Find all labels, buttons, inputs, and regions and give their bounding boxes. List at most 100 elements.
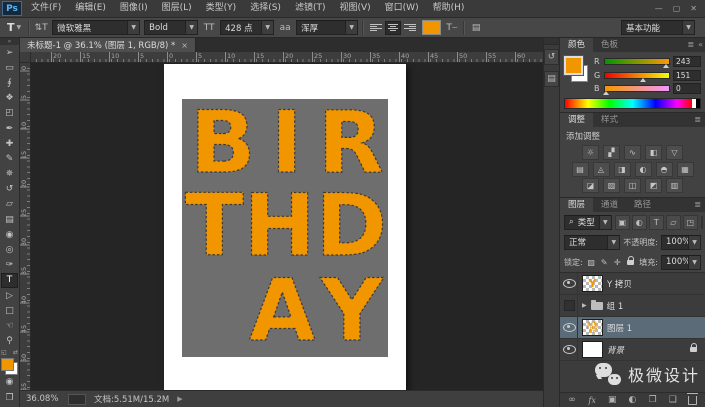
- slider-handle[interactable]: [663, 64, 669, 68]
- lock-all-icon[interactable]: [625, 257, 636, 268]
- zoom-level-field[interactable]: 36.08%: [26, 394, 60, 404]
- hue-saturation-icon[interactable]: ▤: [572, 162, 589, 177]
- filter-shape-layers-icon[interactable]: ▱: [666, 215, 681, 230]
- panel-menu-icon[interactable]: ≣: [687, 38, 698, 52]
- slider-handle[interactable]: [603, 91, 609, 95]
- menu-item-1[interactable]: 编辑(E): [68, 0, 113, 17]
- posterize-icon[interactable]: ▨: [603, 178, 620, 193]
- layer-row-0[interactable]: Y Y 拷贝: [560, 273, 705, 295]
- filter-adjustment-layers-icon[interactable]: ◐: [632, 215, 647, 230]
- tab-图层[interactable]: 图层: [560, 198, 593, 212]
- vibrance-icon[interactable]: ▽: [666, 145, 683, 160]
- tool-preset-picker[interactable]: T ▼: [4, 21, 24, 35]
- vertical-ruler[interactable]: 0510152025303540455055: [20, 62, 31, 390]
- text-color-swatch[interactable]: [422, 20, 441, 35]
- tab-路径[interactable]: 路径: [626, 198, 659, 212]
- color-balance-icon[interactable]: ◬: [593, 162, 610, 177]
- horizontal-ruler[interactable]: 2015105051015202530354045505560: [30, 52, 543, 63]
- panel-menu-icon[interactable]: ≣: [694, 113, 705, 127]
- close-tab-icon[interactable]: ×: [181, 41, 188, 50]
- levels-icon[interactable]: ▞: [603, 145, 620, 160]
- collapse-dock-icon[interactable]: «: [698, 38, 705, 52]
- menu-item-2[interactable]: 图像(I): [113, 0, 155, 17]
- layer-thumbnail[interactable]: BIRTHDAY: [582, 319, 603, 336]
- menu-item-6[interactable]: 滤镜(T): [288, 0, 333, 17]
- new-adjustment-layer-icon[interactable]: ◐: [627, 394, 637, 406]
- layer-name[interactable]: 图层 1: [607, 322, 632, 334]
- healing-brush-tool[interactable]: ✚: [1, 136, 18, 151]
- gradient-map-icon[interactable]: ▥: [666, 178, 683, 193]
- menu-item-3[interactable]: 图层(L): [155, 0, 199, 17]
- align-right-icon[interactable]: [402, 21, 418, 35]
- align-left-icon[interactable]: [368, 21, 384, 35]
- layer-row-1[interactable]: ▶组 1: [560, 295, 705, 317]
- lock-position-icon[interactable]: ✛: [612, 257, 623, 268]
- layer-filter-kind-select[interactable]: ⌕ 类型 ▼: [564, 215, 612, 230]
- blend-mode-select[interactable]: 正常 ▼: [564, 235, 620, 250]
- history-panel-icon[interactable]: ↺: [544, 49, 559, 65]
- menu-item-0[interactable]: 文件(F): [24, 0, 68, 17]
- menu-item-8[interactable]: 窗口(W): [378, 0, 426, 17]
- layer-thumbnail[interactable]: Y: [582, 275, 603, 292]
- link-layers-icon[interactable]: ∞: [567, 394, 577, 406]
- toolbar-collapse-icon[interactable]: »: [0, 38, 19, 45]
- channel-slider[interactable]: [604, 72, 670, 79]
- pen-tool[interactable]: ✑: [1, 258, 18, 273]
- clone-stamp-tool[interactable]: ✵: [1, 167, 18, 182]
- brightness-contrast-icon[interactable]: ☼: [582, 145, 599, 160]
- layer-row-2[interactable]: BIRTHDAY 图层 1: [560, 317, 705, 339]
- channel-value[interactable]: 243: [673, 56, 701, 67]
- threshold-icon[interactable]: ◫: [624, 178, 641, 193]
- layer-row-3[interactable]: 背景: [560, 339, 705, 361]
- channel-slider[interactable]: [604, 58, 670, 65]
- marquee-tool[interactable]: ▭: [1, 60, 18, 75]
- exposure-icon[interactable]: ◧: [645, 145, 662, 160]
- quick-selection-tool[interactable]: ❖: [1, 91, 18, 106]
- tab-颜色[interactable]: 颜色: [560, 38, 593, 52]
- font-family-select[interactable]: 微软雅黑 ▼: [52, 20, 140, 35]
- screen-mode-icon[interactable]: ❐: [1, 390, 18, 405]
- visibility-toggle[interactable]: [562, 317, 578, 338]
- filter-toggle-switch[interactable]: [701, 216, 703, 229]
- dock-grip[interactable]: [544, 38, 559, 45]
- status-options-arrow-icon[interactable]: ▶: [177, 395, 182, 403]
- layer-name[interactable]: Y 拷贝: [607, 278, 632, 290]
- panel-menu-icon[interactable]: ≣: [694, 198, 705, 212]
- selective-color-icon[interactable]: ◩: [645, 178, 662, 193]
- move-tool[interactable]: ➢: [1, 45, 18, 60]
- layer-style-icon[interactable]: fx: [587, 394, 597, 406]
- blur-tool[interactable]: ◉: [1, 227, 18, 242]
- channel-value[interactable]: 151: [673, 70, 701, 81]
- menu-item-9[interactable]: 帮助(H): [426, 0, 472, 17]
- toggle-panels-icon[interactable]: ▤: [469, 21, 483, 35]
- slider-handle[interactable]: [640, 78, 646, 82]
- expand-triangle-icon[interactable]: ▶: [582, 302, 587, 309]
- shape-tool[interactable]: □: [1, 303, 18, 318]
- new-group-icon[interactable]: ❐: [648, 394, 658, 406]
- channel-mixer-icon[interactable]: ◓: [656, 162, 673, 177]
- foreground-color-swatch[interactable]: [564, 56, 583, 75]
- swap-colors-icon[interactable]: ⇄: [13, 349, 18, 356]
- default-colors-icon[interactable]: ◱: [1, 349, 7, 356]
- anti-alias-select[interactable]: 浑厚 ▼: [296, 20, 358, 35]
- menu-item-7[interactable]: 视图(V): [332, 0, 377, 17]
- menu-item-5[interactable]: 选择(S): [243, 0, 288, 17]
- menu-item-4[interactable]: 类型(Y): [199, 0, 244, 17]
- layer-thumbnail[interactable]: [582, 341, 603, 358]
- gradient-tool[interactable]: ▤: [1, 212, 18, 227]
- document-tab[interactable]: 未标题-1 @ 36.1% (图层 1, RGB/8) * ×: [20, 38, 196, 52]
- filter-smart-objects-icon[interactable]: ◳: [683, 215, 698, 230]
- foreground-color-swatch[interactable]: [1, 358, 14, 371]
- visibility-toggle[interactable]: [562, 339, 578, 360]
- color-lookup-icon[interactable]: ▦: [677, 162, 694, 177]
- photo-filter-icon[interactable]: ◐: [635, 162, 652, 177]
- curves-icon[interactable]: ∿: [624, 145, 641, 160]
- warp-text-icon[interactable]: T⌣: [445, 21, 459, 35]
- delete-layer-icon[interactable]: [688, 394, 698, 406]
- crop-tool[interactable]: ◰: [1, 106, 18, 121]
- minimize-button[interactable]: —: [655, 4, 663, 13]
- visibility-toggle[interactable]: [562, 295, 578, 316]
- quick-mask-icon[interactable]: ◉: [1, 375, 18, 390]
- channel-slider[interactable]: [604, 85, 670, 92]
- font-style-select[interactable]: Bold ▼: [144, 20, 198, 35]
